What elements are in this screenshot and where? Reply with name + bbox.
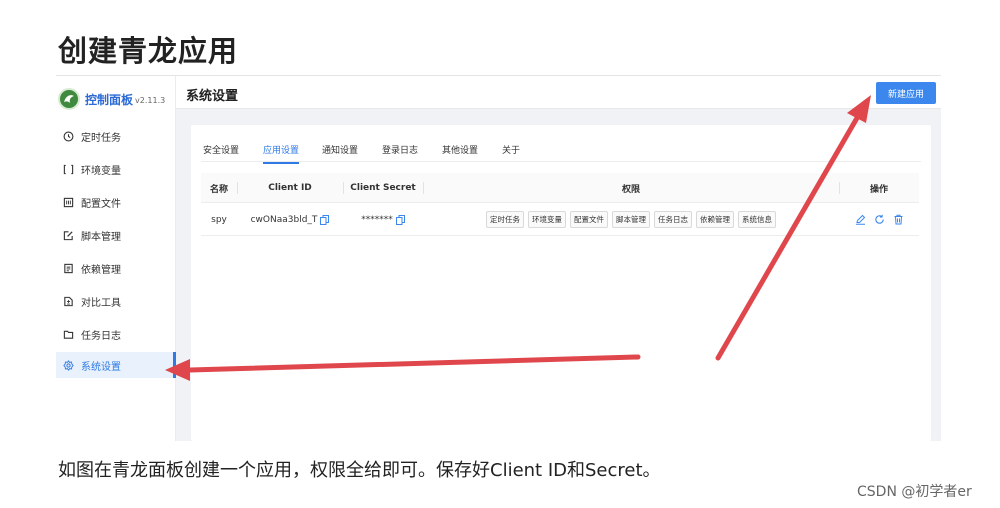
sidebar-item-label: 对比工具 [81, 297, 121, 309]
config-file-icon [62, 196, 74, 208]
permissions-cell: 定时任务 环境变量 配置文件 脚本管理 任务日志 依赖管理 系统信息 [423, 203, 839, 236]
column-header-client-secret: Client Secret [350, 183, 416, 193]
logo-text: 控制面板 [85, 92, 134, 107]
sidebar-item-deps[interactable]: 依赖管理 [56, 255, 176, 281]
tab-login-logs[interactable]: 登录日志 [382, 143, 418, 162]
tab-notifications[interactable]: 通知设置 [322, 143, 358, 162]
column-header-client-id: Client ID [268, 183, 312, 193]
main-content: 系统设置 新建应用 安全设置 应用设置 通知设置 登录日志 其他设置 关于 名称… [176, 76, 941, 441]
sidebar-item-scripts[interactable]: 脚本管理 [56, 222, 176, 248]
column-header-name: 名称 [209, 184, 228, 195]
sidebar-item-label: 系统设置 [81, 361, 121, 373]
gear-icon [62, 359, 74, 371]
sidebar-item-label: 任务日志 [81, 330, 121, 342]
tab-other[interactable]: 其他设置 [442, 143, 478, 162]
sidebar-logo[interactable]: 控制面板 v2.11.3 [58, 87, 165, 111]
sidebar-item-label: 环境变量 [81, 165, 121, 177]
table-header: 名称 Client ID Client Secret 权限 操作 [201, 173, 919, 203]
sidebar-item-label: 定时任务 [81, 132, 121, 144]
client-id-value: cwONaa3bld_T [250, 214, 318, 225]
sidebar-item-label: 配置文件 [81, 198, 121, 210]
sidebar-item-label: 脚本管理 [81, 231, 121, 243]
qinglong-logo-icon [58, 88, 80, 110]
version-label: v2.11.3 [135, 96, 166, 105]
copy-icon[interactable] [320, 214, 330, 225]
edit-icon[interactable] [855, 214, 866, 225]
tab-app-settings[interactable]: 应用设置 [263, 143, 300, 164]
client-secret-cell: ******* [343, 203, 423, 236]
page-title: 系统设置 [186, 89, 239, 104]
permission-tag: 任务日志 [654, 211, 692, 228]
sidebar-item-settings[interactable]: 系统设置 [56, 352, 176, 378]
edit-script-icon [62, 229, 74, 241]
sidebar-item-config[interactable]: 配置文件 [56, 189, 176, 215]
permission-tag: 配置文件 [570, 211, 608, 228]
permission-tag: 定时任务 [486, 211, 524, 228]
new-app-button[interactable]: 新建应用 [876, 82, 936, 104]
permission-tag: 系统信息 [738, 211, 776, 228]
copy-icon[interactable] [395, 214, 405, 225]
settings-card: 安全设置 应用设置 通知设置 登录日志 其他设置 关于 名称 Client ID… [191, 125, 931, 441]
sidebar-item-label: 依赖管理 [81, 264, 121, 276]
client-id-cell: cwONaa3bld_T [237, 203, 343, 236]
column-header-permissions: 权限 [621, 184, 640, 195]
sidebar-item-logs[interactable]: 任务日志 [56, 321, 176, 347]
refresh-icon[interactable] [874, 214, 885, 225]
permission-tag: 脚本管理 [612, 211, 650, 228]
permission-tag: 依赖管理 [696, 211, 734, 228]
client-secret-value: ******* [361, 214, 393, 225]
sidebar: 控制面板 v2.11.3 定时任务 环境变量 配置文件 脚本管理 依赖管理 对比… [56, 76, 176, 441]
article-heading: 创建青龙应用 [58, 34, 239, 68]
page-header: 系统设置 新建应用 [176, 76, 941, 109]
caption-text: 如图在青龙面板创建一个应用，权限全给即可。保存好Client ID和Secret… [58, 460, 661, 481]
diff-icon [62, 295, 74, 307]
folder-icon [62, 328, 74, 340]
permission-tag: 环境变量 [528, 211, 566, 228]
delete-icon[interactable] [893, 214, 904, 225]
actions-cell [839, 203, 919, 236]
watermark: CSDN @初学者er [857, 484, 972, 500]
package-icon [62, 262, 74, 274]
variable-icon [62, 163, 74, 175]
sidebar-item-env[interactable]: 环境变量 [56, 156, 176, 182]
table-row: spy cwONaa3bld_T ******* 定时任务 环境变量 配置文件 … [201, 203, 919, 236]
app-name: spy [211, 214, 227, 225]
sidebar-item-cron[interactable]: 定时任务 [56, 123, 176, 149]
app-window: 控制面板 v2.11.3 定时任务 环境变量 配置文件 脚本管理 依赖管理 对比… [56, 75, 941, 441]
clock-icon [62, 130, 74, 142]
tab-security[interactable]: 安全设置 [203, 143, 239, 162]
tab-about[interactable]: 关于 [502, 143, 520, 162]
settings-tabs: 安全设置 应用设置 通知设置 登录日志 其他设置 关于 [201, 135, 921, 164]
sidebar-item-diff[interactable]: 对比工具 [56, 288, 176, 314]
column-header-actions: 操作 [869, 184, 888, 195]
